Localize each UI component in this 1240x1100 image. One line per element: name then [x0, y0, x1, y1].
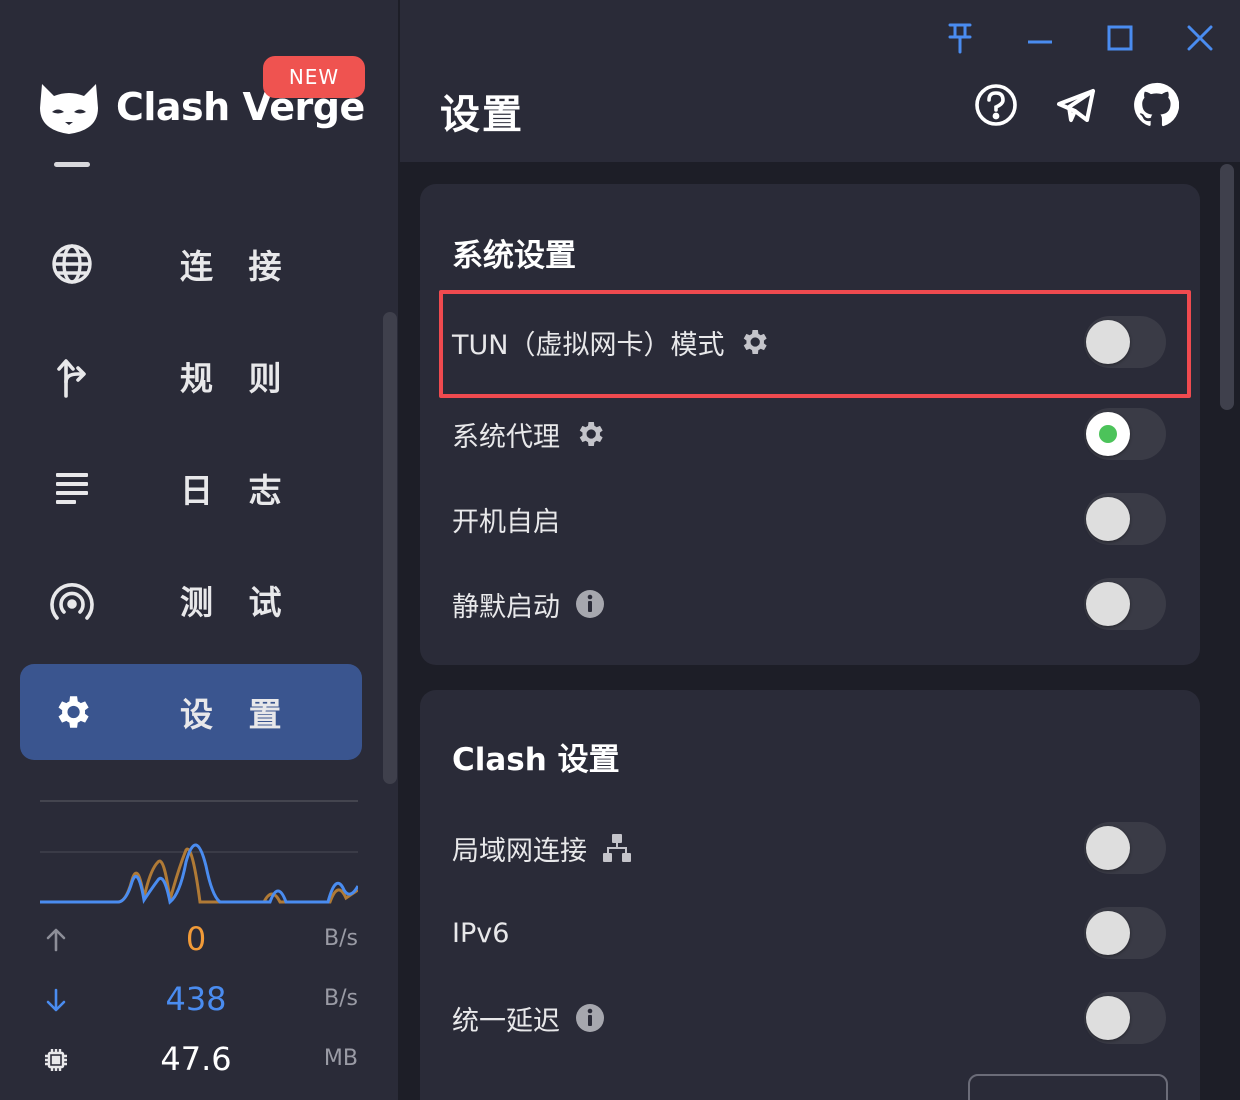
telegram-button[interactable]	[1053, 82, 1099, 128]
github-button[interactable]	[1133, 82, 1179, 128]
info-icon	[576, 590, 604, 618]
nav-label: 设 置	[180, 695, 294, 734]
close-button[interactable]	[1180, 18, 1220, 58]
upload-speed: 0	[185, 920, 207, 958]
nav-item-test[interactable]: 测 试	[20, 552, 362, 648]
telegram-icon	[1057, 89, 1095, 122]
nav-label: 连 接	[180, 247, 294, 286]
traffic-graph	[40, 843, 358, 905]
sidebar-scrollbar[interactable]	[383, 312, 397, 784]
upload-stat: 0 B/s	[40, 920, 358, 960]
memory-unit: MB	[323, 1046, 358, 1071]
maximize-icon	[1107, 25, 1133, 51]
download-speed: 438	[165, 980, 227, 1018]
ipv6-label: IPv6	[452, 917, 510, 949]
settings-content: 系统设置 TUN（虚拟网卡）模式 系统代理 开机自启 静默启动 Clash 设置…	[400, 164, 1240, 1100]
ipv6-row: IPv6	[452, 905, 1168, 961]
pin-icon	[948, 23, 972, 54]
page-title: 设置	[440, 92, 524, 138]
system-proxy-row: 系统代理	[452, 406, 1168, 462]
lan-toggle[interactable]	[1084, 822, 1166, 874]
gear-icon	[50, 690, 94, 734]
unified-delay-label: 统一延迟	[452, 1005, 560, 1037]
chip-icon	[45, 1049, 67, 1071]
memory-stat: 47.6 MB	[40, 1040, 358, 1080]
auto-launch-label: 开机自启	[452, 506, 560, 538]
system-settings-title: 系统设置	[452, 238, 576, 274]
memory-usage: 47.6	[160, 1040, 232, 1078]
help-button[interactable]	[973, 82, 1019, 128]
nav-list: 连 接 规 则 日 志 测 试 设 置	[0, 150, 380, 790]
system-proxy-settings-button[interactable]	[574, 418, 606, 450]
header: 设置	[400, 0, 1240, 162]
clash-settings-title: Clash 设置	[452, 742, 620, 778]
new-badge: NEW	[263, 56, 365, 98]
download-unit: B/s	[324, 986, 358, 1011]
auto-launch-row: 开机自启	[452, 491, 1168, 547]
auto-launch-toggle[interactable]	[1084, 493, 1166, 545]
system-settings-card: 系统设置 TUN（虚拟网卡）模式 系统代理 开机自启 静默启动	[420, 184, 1200, 665]
lan-label: 局域网连接	[452, 835, 587, 867]
content-scrollbar[interactable]	[1220, 164, 1234, 410]
arrow-down-icon	[46, 988, 66, 1012]
silent-start-info-button[interactable]	[574, 588, 606, 620]
sidebar: Clash Verge NEW 连 接 规 则 日 志 测 试 设 置 0 B/…	[0, 0, 398, 1100]
nav-item-logs[interactable]: 日 志	[20, 440, 362, 536]
help-icon	[975, 84, 1017, 126]
arrow-up-icon	[46, 928, 66, 952]
cat-logo-icon	[40, 84, 98, 134]
ipv6-toggle[interactable]	[1084, 907, 1166, 959]
maximize-button[interactable]	[1100, 18, 1140, 58]
github-icon	[1134, 82, 1179, 127]
broadcast-icon	[50, 578, 94, 622]
info-icon	[576, 1004, 604, 1032]
silent-start-label: 静默启动	[452, 591, 560, 623]
pin-button[interactable]	[940, 18, 980, 58]
unified-delay-toggle[interactable]	[1084, 992, 1166, 1044]
traffic-divider	[40, 800, 358, 802]
nav-item-rules[interactable]: 规 则	[20, 328, 362, 424]
partial-select-box[interactable]	[968, 1074, 1168, 1100]
lan-row: 局域网连接	[452, 820, 1168, 876]
lines-icon	[50, 466, 94, 510]
nav-item-connections[interactable]: 连 接	[20, 216, 362, 312]
silent-start-row: 静默启动	[452, 576, 1168, 632]
system-proxy-toggle[interactable]	[1084, 408, 1166, 460]
route-split-icon	[50, 354, 94, 398]
silent-start-toggle[interactable]	[1084, 578, 1166, 630]
tun-highlight-box	[439, 290, 1191, 398]
lan-network-button[interactable]	[601, 832, 633, 864]
nav-item-partial-icon	[52, 150, 92, 170]
minimize-button[interactable]	[1020, 18, 1060, 58]
system-proxy-label: 系统代理	[452, 421, 560, 453]
unified-delay-info-button[interactable]	[574, 1002, 606, 1034]
clash-settings-card: Clash 设置 局域网连接 IPv6 统一延迟	[420, 690, 1200, 1100]
network-icon	[603, 834, 631, 862]
nav-label: 日 志	[180, 471, 294, 510]
minimize-icon	[1028, 40, 1052, 44]
nav-item-settings[interactable]: 设 置	[20, 664, 362, 760]
nav-label: 规 则	[180, 359, 294, 398]
globe-icon	[50, 242, 94, 286]
nav-label: 测 试	[180, 583, 294, 622]
unified-delay-row: 统一延迟	[452, 990, 1168, 1046]
download-stat: 438 B/s	[40, 980, 358, 1020]
close-icon	[1187, 25, 1213, 51]
gear-icon	[579, 422, 603, 446]
upload-unit: B/s	[324, 926, 358, 951]
